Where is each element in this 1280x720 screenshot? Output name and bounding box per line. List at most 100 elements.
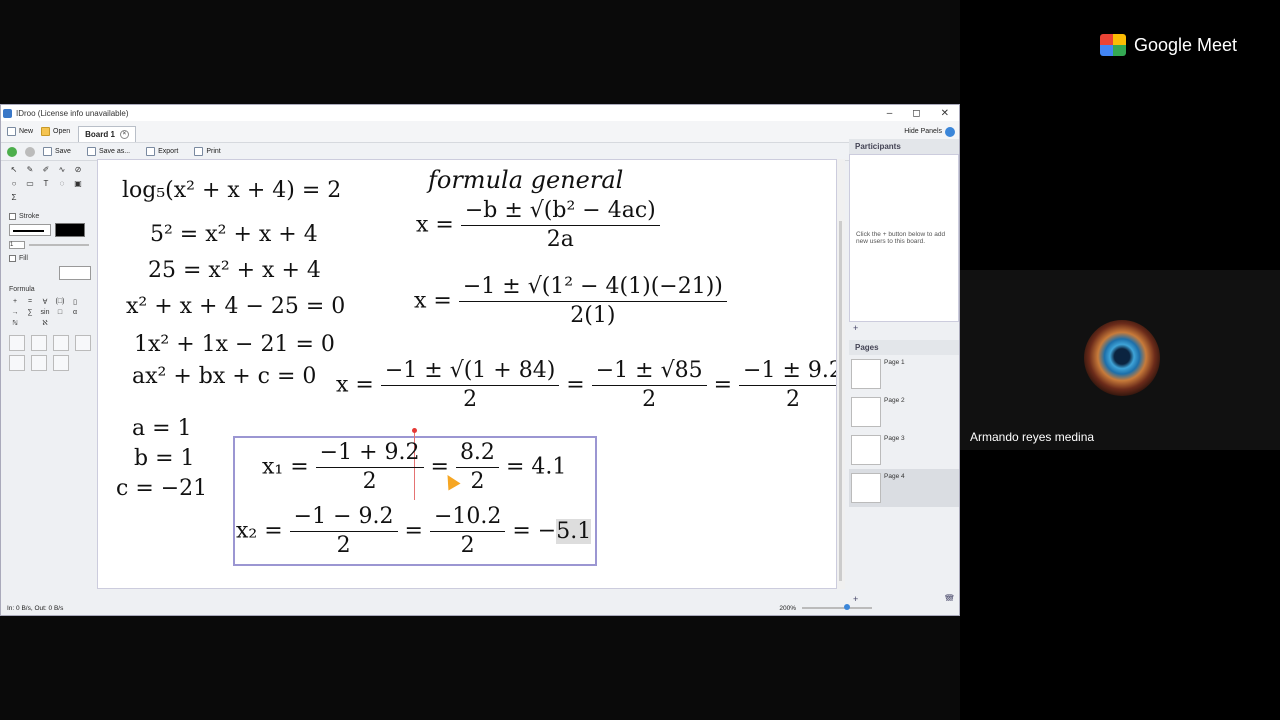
x2-lhs: x₂ = — [236, 518, 283, 544]
tab-board-1[interactable]: Board 1 × — [78, 126, 136, 142]
rectangle-icon[interactable]: ▭ — [25, 179, 35, 189]
page-label: Page 1 — [884, 359, 905, 366]
board-title: formula general — [428, 166, 624, 194]
x2-result-value[interactable]: 5.1 — [556, 518, 592, 544]
page-item-active[interactable]: Page 4 — [849, 469, 959, 507]
save-as-button[interactable]: Save as... — [86, 147, 131, 156]
zoom-control: 200% — [779, 604, 872, 612]
select-icon[interactable]: ↖ — [9, 165, 19, 175]
x1-num-2: 8.2 — [455, 442, 499, 468]
simplified-den-1: 2 — [463, 387, 478, 412]
step-5: 1x² + 1x − 21 = 0 — [134, 332, 335, 357]
horizontal-scrollbar[interactable] — [97, 589, 837, 599]
formula-btn[interactable]: ℵ — [39, 319, 51, 327]
ellipse-icon[interactable]: ○ — [9, 179, 19, 189]
open-button[interactable]: Open — [41, 127, 70, 136]
participant-tile[interactable]: Armando reyes medina — [960, 270, 1280, 450]
image-icon[interactable]: ▣ — [73, 179, 83, 189]
formula-btn[interactable]: ∀ — [39, 298, 51, 306]
page-item[interactable]: Page 1 — [849, 355, 959, 393]
participants-hint: Click the + button below to add new user… — [856, 231, 946, 245]
lasso-icon[interactable]: ◌ — [57, 179, 67, 189]
avatar — [1084, 320, 1160, 396]
traffic-status: In: 0 B/s, Out: 0 B/s — [7, 604, 64, 612]
formula-btn[interactable]: → — [9, 309, 21, 316]
formula-btn[interactable]: ▯ — [69, 298, 81, 306]
formula-btn[interactable]: (□) — [54, 298, 66, 306]
minimize-button[interactable]: – — [887, 108, 893, 119]
formula-btn[interactable]: α — [69, 309, 81, 316]
template-btn[interactable] — [53, 335, 69, 351]
curve-icon[interactable]: ∿ — [57, 165, 67, 175]
formula-btn[interactable]: sin — [39, 309, 51, 316]
zoom-level: 200% — [779, 604, 796, 612]
fill-color-select[interactable] — [59, 266, 91, 280]
page-item[interactable]: Page 2 — [849, 393, 959, 431]
export-label: Export — [158, 148, 179, 155]
simplified-num-3: −1 ± 9.2 — [739, 360, 836, 386]
x1-num-1: −1 + 9.2 — [315, 442, 424, 468]
add-participant-button[interactable]: + — [853, 323, 858, 333]
fill-toggle[interactable]: Fill — [9, 255, 89, 262]
back-icon[interactable] — [7, 146, 17, 157]
template-btn[interactable] — [31, 335, 47, 351]
template-btn[interactable] — [75, 335, 91, 351]
pencil-icon[interactable]: ✎ — [25, 165, 35, 175]
zoom-slider[interactable] — [801, 604, 872, 610]
participants-header: Participants — [849, 139, 959, 154]
formula-btn[interactable] — [84, 298, 96, 306]
close-button[interactable]: ✕ — [941, 108, 949, 119]
print-button[interactable]: Print — [194, 147, 221, 156]
formula-btn[interactable] — [84, 309, 96, 316]
close-tab-icon[interactable]: × — [119, 130, 129, 139]
tools-panel: ↖ ✎ ✐ ∿ ⊘ ○ ▭ T ◌ ▣ Σ Stroke 1 Fill Form… — [5, 161, 93, 593]
formula-btn[interactable]: □ — [54, 309, 66, 316]
stroke-width-slider[interactable]: 1 — [9, 241, 89, 249]
save-button[interactable]: Save — [43, 147, 71, 156]
step-1: log₅(x² + x + 4) = 2 — [122, 178, 342, 203]
vertical-scrollbar[interactable] — [837, 159, 845, 589]
substituted-lhs: x = — [414, 288, 452, 314]
x2-fraction-2: −10.2 2 — [429, 506, 506, 557]
line-style-select[interactable] — [9, 224, 51, 236]
substituted-denominator: 2(1) — [570, 303, 616, 328]
fill-checkbox[interactable] — [9, 255, 16, 262]
stroke-checkbox[interactable] — [9, 213, 16, 220]
page-item[interactable]: Page 3 — [849, 431, 959, 469]
x1-result: = 4.1 — [505, 454, 567, 480]
step-4: x² + x + 4 − 25 = 0 — [126, 294, 346, 319]
meet-brand: Google Meet — [1134, 34, 1238, 55]
step-3: 25 = x² + x + 4 — [148, 258, 321, 283]
export-button[interactable]: Export — [146, 147, 178, 156]
text-icon[interactable]: T — [41, 179, 51, 189]
formula-btn[interactable] — [24, 319, 36, 327]
x2-result-prefix: = − — [512, 518, 557, 544]
highlighter-icon[interactable]: ✐ — [41, 165, 51, 175]
resize-handle[interactable] — [412, 428, 417, 433]
new-button[interactable]: New — [7, 127, 33, 136]
stroke-toggle[interactable]: Stroke — [9, 213, 89, 220]
template-btn[interactable] — [31, 355, 47, 371]
formula-tool-icon[interactable]: Σ — [9, 193, 19, 203]
formula-btn[interactable]: = — [24, 298, 36, 306]
formula-btn[interactable]: ∑ — [24, 309, 36, 316]
general-formula: x = −b ± √(b² − 4ac) 2a — [416, 200, 660, 251]
save-label: Save — [55, 148, 71, 155]
maximize-button[interactable]: ◻ — [912, 108, 920, 119]
participants-toolbar: + — [849, 322, 959, 334]
template-btn[interactable] — [53, 355, 69, 371]
template-btn[interactable] — [9, 335, 25, 351]
eraser-icon[interactable]: ⊘ — [73, 165, 83, 175]
stroke-label: Stroke — [19, 213, 40, 220]
forward-icon[interactable] — [25, 146, 35, 157]
hide-panels-button[interactable]: Hide Panels — [904, 126, 955, 137]
sqrt-template-btn[interactable] — [9, 355, 25, 371]
whiteboard-canvas[interactable]: formula general log₅(x² + x + 4) = 2 5² … — [97, 159, 837, 589]
stroke-color-picker[interactable] — [55, 223, 85, 237]
formula-btn[interactable]: + — [9, 298, 21, 306]
formula-btn[interactable]: ℕ — [9, 319, 21, 327]
stroke-width-value[interactable]: 1 — [9, 241, 25, 249]
save-as-label: Save as... — [98, 148, 131, 155]
slider-track[interactable] — [29, 244, 89, 246]
window-title: IDroo (License info unavailable) — [16, 108, 129, 118]
